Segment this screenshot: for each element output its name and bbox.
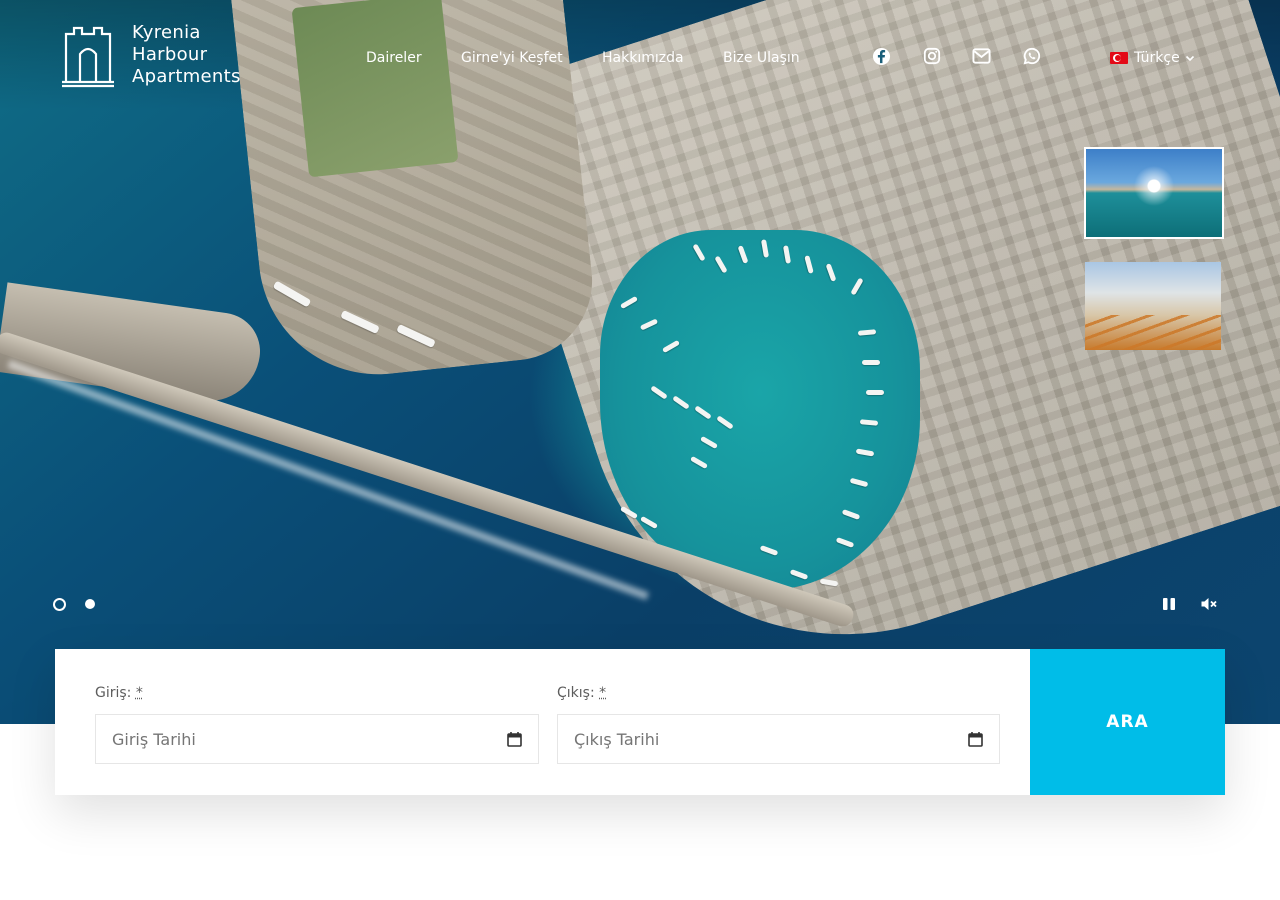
turkey-flag-icon xyxy=(1110,52,1128,64)
castle-tower-icon xyxy=(62,26,114,88)
boat xyxy=(789,569,809,580)
site-logo[interactable]: Kyrenia Harbour Apartments xyxy=(60,22,242,92)
nav-link-contact[interactable]: Bize Ulaşın xyxy=(723,48,800,68)
boat xyxy=(714,255,728,274)
language-selector[interactable]: Türkçe xyxy=(1110,48,1196,68)
boat xyxy=(689,455,709,470)
boat xyxy=(699,435,719,450)
checkout-date-input[interactable]: Çıkış Tarihi xyxy=(557,714,1000,764)
boat xyxy=(694,405,712,420)
boat xyxy=(672,395,690,410)
slide-thumbnail-1[interactable] xyxy=(1084,147,1224,239)
checkin-label: Giriş: * xyxy=(95,685,143,701)
boat xyxy=(272,280,312,308)
boat xyxy=(639,318,659,331)
boat xyxy=(396,323,436,349)
nav-link-about[interactable]: Hakkımızda xyxy=(602,48,684,68)
boat xyxy=(782,245,792,264)
boat xyxy=(804,255,814,274)
slider-dot-1[interactable] xyxy=(53,598,66,611)
whatsapp-icon[interactable] xyxy=(1023,47,1041,65)
checkout-placeholder: Çıkış Tarihi xyxy=(574,729,660,749)
instagram-icon[interactable] xyxy=(923,47,941,65)
calendar-icon[interactable] xyxy=(968,731,983,747)
required-marker: * xyxy=(135,685,143,701)
brand-line-2: Harbour xyxy=(132,44,208,65)
language-label: Türkçe xyxy=(1134,50,1180,66)
search-button[interactable]: ARA xyxy=(1030,649,1225,795)
boat xyxy=(759,545,779,556)
boat xyxy=(619,505,639,520)
chevron-down-icon xyxy=(1185,55,1194,62)
boat xyxy=(866,390,884,395)
nav-link-discover[interactable]: Girne'yi Keşfet xyxy=(461,48,563,68)
boat xyxy=(855,448,875,457)
required-marker: * xyxy=(599,685,607,701)
boat xyxy=(857,329,877,336)
facebook-icon[interactable] xyxy=(872,47,891,66)
boat xyxy=(639,515,659,530)
email-icon[interactable] xyxy=(972,47,991,65)
boat xyxy=(850,277,864,296)
harbour-panorama-thumbnail xyxy=(1086,149,1222,237)
boat xyxy=(835,537,855,548)
checkout-label: Çıkış: * xyxy=(557,685,606,701)
boat xyxy=(650,385,668,400)
pause-icon[interactable] xyxy=(1161,596,1177,616)
boat xyxy=(819,578,839,587)
slide-thumbnail-2[interactable] xyxy=(1085,262,1221,350)
boat xyxy=(849,477,869,488)
boat xyxy=(825,263,837,282)
booking-form: Giriş: * Giriş Tarihi Çıkış: * Çıkış Tar… xyxy=(55,649,1225,795)
nav-link-apartments[interactable]: Daireler xyxy=(366,48,422,68)
boat xyxy=(340,309,380,335)
checkin-date-input[interactable]: Giriş Tarihi xyxy=(95,714,539,764)
boat xyxy=(692,243,706,262)
boat xyxy=(841,509,861,520)
calendar-icon[interactable] xyxy=(507,731,522,747)
boat xyxy=(661,339,681,354)
brand-line-1: Kyrenia xyxy=(132,22,201,43)
boat xyxy=(716,415,734,430)
checkin-label-text: Giriş: xyxy=(95,685,132,701)
boat xyxy=(737,245,749,264)
boat xyxy=(859,419,879,426)
moored-boats xyxy=(0,0,1280,724)
checkout-label-text: Çıkış: xyxy=(557,685,595,701)
checkin-placeholder: Giriş Tarihi xyxy=(112,729,196,749)
boat xyxy=(619,295,639,310)
mute-icon[interactable] xyxy=(1200,596,1218,616)
hero-slider xyxy=(0,0,1280,724)
boat xyxy=(862,360,880,365)
slider-dot-2[interactable] xyxy=(85,599,95,609)
harbour-sunset-thumbnail xyxy=(1085,262,1221,350)
boat xyxy=(760,239,770,258)
brand-line-3: Apartments xyxy=(132,66,241,87)
brand-wordmark: Kyrenia Harbour Apartments xyxy=(132,22,241,88)
